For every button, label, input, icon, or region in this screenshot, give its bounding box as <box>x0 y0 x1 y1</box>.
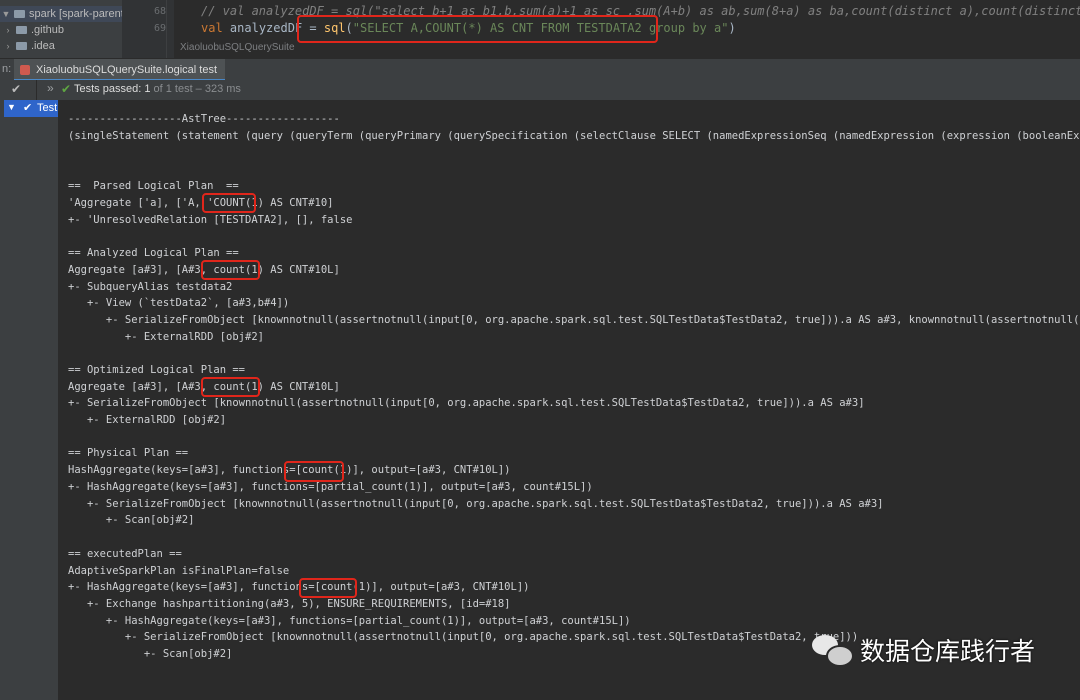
scala-test-icon <box>20 65 30 75</box>
console-line: +- SerializeFromObject [knownnotnull(ass… <box>68 498 884 510</box>
line-number: 68 <box>153 6 166 17</box>
keyword: val <box>201 21 223 35</box>
console-line: AdaptiveSparkPlan isFinalPlan=false <box>68 565 290 577</box>
console-line: +- Scan[obj#2] <box>68 648 233 660</box>
highlight-box-count <box>201 260 260 280</box>
test-status: Tests passed: 1 of 1 test – 323 ms <box>74 83 241 95</box>
console-line: +- SubqueryAlias testdata2 <box>68 281 233 293</box>
tests-passed-icon: ✔ <box>61 82 72 96</box>
highlight-box-count <box>284 461 344 482</box>
chevron-down-icon[interactable]: ▼ <box>0 6 12 22</box>
chevron-right-icon[interactable]: › <box>2 38 14 54</box>
console-line: == executedPlan == <box>68 548 182 560</box>
show-passed-icon[interactable]: ✔ <box>11 82 21 96</box>
console-output[interactable]: ------------------AstTree---------------… <box>58 100 1080 700</box>
project-tree: ▼spark [spark-parent_2 ›.github ›.idea <box>0 0 122 58</box>
console-line: +- 'UnresolvedRelation [TESTDATA2], [], … <box>68 214 353 226</box>
console-line: +- SerializeFromObject [knownnotnull(ass… <box>68 397 865 409</box>
console-line: +- View (`testData2`, [a#3,b#4]) <box>68 297 290 309</box>
folder-icon <box>16 42 27 50</box>
console-line: +- Scan[obj#2] <box>68 514 195 526</box>
fold-guide <box>166 0 167 58</box>
highlight-box-count <box>201 377 260 397</box>
folder-icon <box>14 10 25 18</box>
console-line: == Physical Plan == <box>68 447 189 459</box>
console-line: +- HashAggregate(keys=[a#3], functions=[… <box>68 615 631 627</box>
console-line: == Analyzed Logical Plan == <box>68 247 239 259</box>
console-line: (singleStatement (statement (query (quer… <box>68 130 1080 142</box>
test-tree-item[interactable]: ▼ ✔ Test <box>4 100 58 117</box>
chevron-right-icon[interactable]: › <box>2 22 14 38</box>
console-line: +- SerializeFromObject [knownnotnull(ass… <box>68 314 1080 326</box>
expand-icon[interactable]: » <box>47 81 54 95</box>
console-line: +- ExternalRDD [obj#2] <box>68 414 227 426</box>
project-item-idea[interactable]: › .idea <box>0 38 55 54</box>
tab-run-configuration[interactable]: XiaoluobuSQLQuerySuite.logical test <box>14 59 225 81</box>
console-line: == Optimized Logical Plan == <box>68 364 246 376</box>
highlight-box-count <box>299 578 357 598</box>
project-item-github[interactable]: › .github <box>0 22 65 38</box>
console-line: ------------------AstTree---------------… <box>68 113 340 125</box>
run-tab-bar: n: XiaoluobuSQLQuerySuite.logical test <box>0 58 1080 81</box>
console-line: +- HashAggregate(keys=[a#3], functions=[… <box>68 481 593 493</box>
console-line: +- Exchange hashpartitioning(a#3, 5), EN… <box>68 598 511 610</box>
wechat-icon <box>812 633 854 667</box>
console-line: == Parsed Logical Plan == <box>68 180 239 192</box>
toolbar-divider <box>36 80 37 100</box>
check-icon: ✔ <box>23 102 33 114</box>
project-root[interactable]: ▼spark [spark-parent_2 <box>0 6 122 22</box>
highlight-box-count <box>202 193 256 213</box>
watermark: 数据仓库践行者 <box>812 628 1035 672</box>
chevron-down-icon[interactable]: ▼ <box>7 102 16 112</box>
test-tree: ▼ ✔ Test <box>4 100 58 700</box>
run-toolbar: ✔ » ✔ Tests passed: 1 of 1 test – 323 ms <box>0 80 1080 101</box>
console-line: 'Aggregate ['a], ['A, 'COUNT(1) AS CNT#1… <box>68 197 334 209</box>
line-number-gutter: 68 69 <box>122 0 174 58</box>
console-line: +- ExternalRDD [obj#2] <box>68 331 264 343</box>
line-number: 69 <box>153 23 166 34</box>
console-line: +- SerializeFromObject [knownnotnull(ass… <box>68 631 859 643</box>
highlight-box-sql <box>297 15 658 43</box>
folder-icon <box>16 26 27 34</box>
breadcrumb[interactable]: XiaoluobuSQLQuerySuite <box>180 42 295 53</box>
